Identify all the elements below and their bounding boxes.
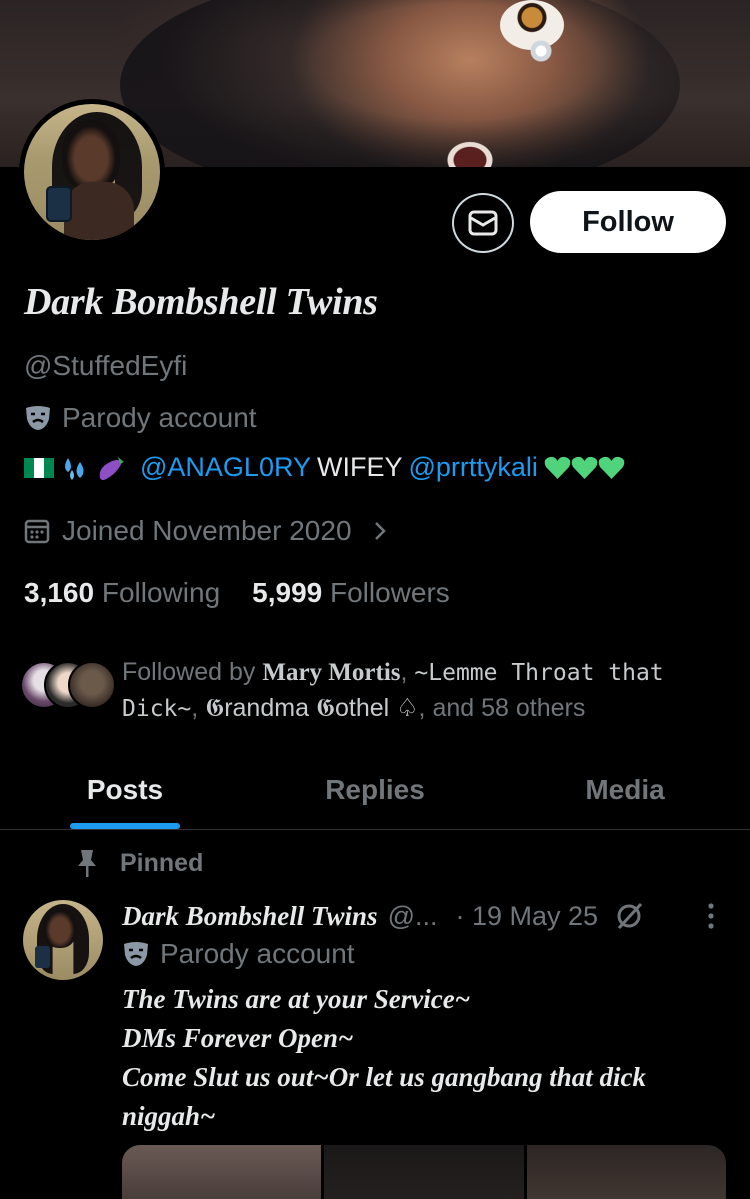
following-label: Following [101,577,221,608]
theater-mask-icon [124,942,148,966]
pinned-indicator: Pinned [76,848,203,878]
following-stat[interactable]: 3,160 Following [24,577,220,609]
followers-stat[interactable]: 5,999 Followers [252,577,450,609]
tab-posts[interactable]: Posts [0,750,250,829]
post-media-grid[interactable] [122,1145,726,1199]
post-line: niggah~ [122,1101,216,1131]
post-date[interactable]: · 19 May 25 [455,901,598,932]
follower-name-3: 𝕲randma 𝕲othel ♤ [205,694,419,722]
theater-mask-icon [26,406,50,430]
post-avatar[interactable] [23,900,103,980]
joined-date[interactable]: Joined November 2020 [24,515,388,547]
bio-word: WIFEY [316,452,403,482]
bio-link-prrttykali[interactable]: @prrttykali [408,452,537,483]
profile-tabs: Posts Replies Media [0,750,750,830]
nigeria-flag-icon [24,457,54,478]
followers-count: 5,999 [252,577,323,608]
banner-art-shadow [120,0,680,167]
followed-by[interactable]: Followed by Mary Mortis, ~Lemme Throat t… [20,655,687,727]
grok-icon[interactable] [614,901,646,931]
bio-link-anaglory[interactable]: @ANAGL0RY [140,452,311,483]
tab-media[interactable]: Media [500,750,750,829]
profile-stats: 3,160 Following 5,999 Followers [24,577,450,609]
mail-icon [468,210,498,236]
more-icon[interactable] [706,902,716,930]
green-heart-icon [544,456,571,479]
post-header: Dark Bombshell Twins @... · 19 May 25 [122,898,722,934]
sweat-drops-icon [65,457,84,480]
post-author-handle[interactable]: @... [388,901,438,932]
post-media-image[interactable] [122,1145,322,1199]
post-parody-text: Parody account [160,938,355,969]
post-line: DMs Forever Open~ [122,1023,354,1053]
green-heart-icon [598,456,625,479]
chevron-right-icon [374,522,386,540]
post-media-image[interactable] [324,1145,524,1199]
follow-button[interactable]: Follow [530,191,726,253]
followed-by-suffix: , and 58 others [418,694,586,722]
eggplant-icon [99,456,124,480]
followed-by-prefix: Followed by [122,658,263,686]
following-count: 3,160 [24,577,95,608]
post-media-image[interactable] [526,1145,726,1199]
followed-by-separator: , [191,694,206,722]
tab-replies[interactable]: Replies [250,750,500,829]
pin-icon [78,850,96,877]
avatar-image [24,104,160,240]
post-body[interactable]: The Twins are at your Service~ DMs Forev… [122,980,712,1136]
message-button[interactable] [452,193,514,253]
post-line: Come Slut us out~Or let us gangbang that… [122,1062,647,1092]
joined-text: Joined November 2020 [62,515,352,546]
profile-handle: @StuffedEyfi [24,350,188,381]
banner-art-tear [530,40,552,62]
pinned-label: Pinned [120,848,204,877]
post-parody-label: Parody account [122,938,355,970]
parody-text: Parody account [62,402,257,433]
post-line: The Twins are at your Service~ [122,984,471,1014]
post-author-name[interactable]: Dark Bombshell Twins [122,901,378,932]
green-heart-icon [571,456,598,479]
follower-avatars [20,661,116,709]
profile-bio: @ANAGL0RY WIFEY @prrttykali [24,452,625,483]
followed-by-separator: , [400,658,415,686]
profile-avatar[interactable] [19,99,165,245]
parody-label: Parody account [24,402,257,434]
follower-name-1: Mary Mortis [262,659,401,686]
calendar-icon [24,519,50,544]
followers-label: Followers [330,577,450,608]
profile-display-name: Dark Bombshell Twins [24,281,378,323]
followed-by-text: Followed by Mary Mortis, ~Lemme Throat t… [122,655,687,727]
